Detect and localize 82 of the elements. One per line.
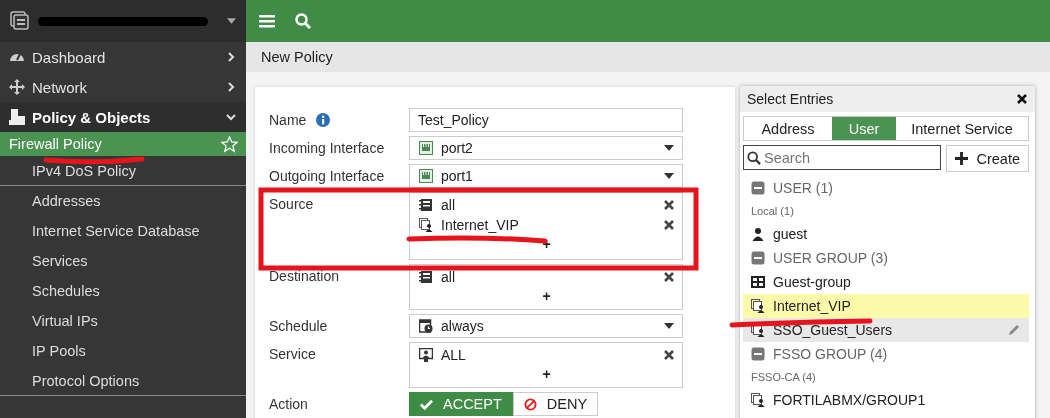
menu-icon[interactable]	[259, 13, 275, 29]
address-list-icon	[419, 270, 433, 284]
field-label: Service	[269, 346, 316, 362]
port-icon	[419, 141, 433, 155]
info-icon[interactable]	[316, 113, 331, 127]
search-icon[interactable]	[295, 13, 311, 29]
nav-item[interactable]: Dashboard	[0, 42, 246, 72]
entry-label: ALL	[441, 347, 467, 363]
entry-label: all	[441, 269, 456, 285]
move-arrows-icon	[9, 79, 25, 95]
list-entry[interactable]: SSO_Guest_Users	[743, 318, 1029, 342]
plus-icon	[955, 152, 969, 165]
list-entry[interactable]: FORTILABMX/GROUP1	[743, 388, 1029, 412]
subcategory-label: FSSO-CA (4)	[750, 370, 817, 385]
monitor-user-icon	[419, 348, 433, 362]
field-label: Destination	[269, 268, 340, 284]
star-icon[interactable]	[221, 135, 238, 153]
user-icon	[751, 227, 765, 241]
check-icon	[420, 397, 433, 411]
field-label: Action	[269, 396, 308, 412]
grid-icon	[751, 275, 765, 289]
device-icon	[10, 11, 30, 31]
category-header[interactable]: USER GROUP (3)	[743, 246, 1029, 270]
name-input[interactable]: Test_Policy	[409, 108, 683, 132]
close-icon[interactable]	[1017, 94, 1027, 104]
port-icon	[419, 169, 433, 183]
nav-subitem[interactable]: Virtual IPs	[0, 306, 246, 336]
select-field[interactable]: port2	[409, 136, 683, 160]
caret-icon[interactable]	[227, 18, 236, 24]
document-icon	[9, 109, 25, 125]
field-label: Source	[269, 196, 314, 212]
nav-subitem[interactable]: IP Pools	[0, 336, 246, 366]
field-label: Outgoing Interface	[269, 168, 385, 184]
user-group-icon	[751, 323, 765, 337]
nav-subitem[interactable]: Addresses	[0, 186, 246, 216]
field-label: Incoming Interface	[269, 140, 385, 156]
tab[interactable]: User	[832, 117, 896, 140]
nav-item[interactable]: Network	[0, 72, 246, 102]
nav-subitem[interactable]: Internet Service Database	[0, 216, 246, 246]
entry-label: all	[441, 197, 456, 213]
search-field[interactable]: Search	[743, 145, 942, 170]
panel-title: Select Entries	[747, 91, 835, 107]
address-list-icon	[419, 198, 433, 212]
category-header[interactable]: USER (1)	[743, 176, 1029, 200]
collapse-icon	[751, 181, 765, 195]
list-entry[interactable]: Guest-group	[743, 270, 1029, 294]
create-button[interactable]: Create	[946, 145, 1029, 172]
add-entry-button[interactable]: +	[542, 287, 551, 305]
remove-icon[interactable]	[664, 350, 674, 360]
caret-icon	[664, 145, 674, 151]
entry-list-field[interactable]: ALL +	[409, 342, 683, 388]
subcategory-label: Local (1)	[750, 204, 795, 219]
nav-item[interactable]: Policy & Objects	[0, 102, 246, 132]
category-header[interactable]: FSSO GROUP (4)	[743, 342, 1029, 366]
caret-icon	[664, 323, 674, 329]
select-field[interactable]: always	[409, 314, 683, 338]
entry-label: Internet_VIP	[441, 217, 520, 233]
add-entry-button[interactable]: +	[542, 365, 551, 383]
field-label: Schedule	[269, 318, 328, 334]
page-title: New Policy	[261, 49, 333, 65]
remove-icon[interactable]	[664, 272, 674, 282]
nav-subitem[interactable]: Firewall Policy	[0, 132, 246, 156]
edit-icon[interactable]	[1007, 323, 1021, 337]
accept-button[interactable]: ACCEPT	[409, 392, 513, 416]
collapse-icon	[751, 251, 765, 265]
nav-subitem[interactable]: Services	[0, 246, 246, 276]
prohibited-icon	[523, 397, 537, 411]
list-entry[interactable]: guest	[743, 222, 1029, 246]
caret-icon	[664, 173, 674, 179]
deny-button[interactable]: DENY	[512, 392, 599, 416]
user-group-icon	[751, 393, 765, 407]
nav-subitem[interactable]: Schedules	[0, 276, 246, 306]
field-label: Name	[269, 112, 307, 128]
list-entry[interactable]: Internet_VIP	[743, 294, 1029, 318]
search-icon	[747, 151, 761, 165]
remove-icon[interactable]	[664, 200, 674, 210]
collapse-icon	[751, 347, 765, 361]
user-group-icon	[419, 218, 433, 232]
remove-icon[interactable]	[664, 220, 674, 230]
select-field[interactable]: port1	[409, 164, 683, 188]
calendar-clock-icon	[419, 319, 433, 333]
user-group-icon	[751, 299, 765, 313]
